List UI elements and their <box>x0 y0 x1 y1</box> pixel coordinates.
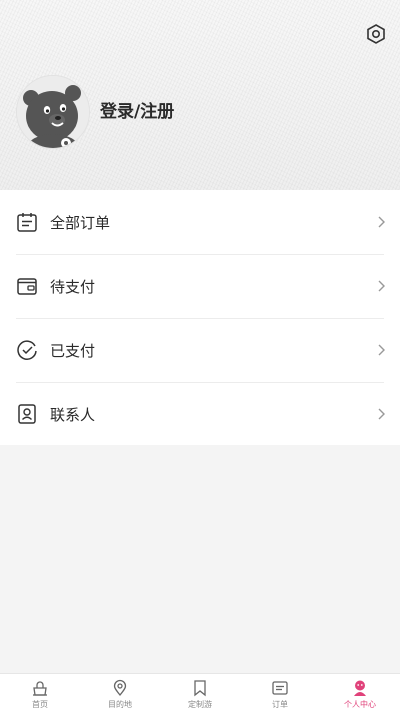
tab-label: 定制游 <box>188 700 212 709</box>
tab-label: 首页 <box>32 700 48 709</box>
chevron-right-icon <box>376 342 386 358</box>
menu-item-label: 待支付 <box>50 277 96 296</box>
menu-item-paid[interactable]: 已支付 <box>0 318 400 382</box>
wallet-icon <box>16 275 38 297</box>
login-register-link[interactable]: 登录/注册 <box>100 100 174 124</box>
tab-custom-tour[interactable]: 定制游 <box>160 674 240 711</box>
check-circle-icon <box>16 339 38 361</box>
chevron-right-icon <box>376 278 386 294</box>
profile-menu: 全部订单 待支付 已支付 联系人 <box>0 190 400 445</box>
settings-hexagon-icon <box>367 24 385 44</box>
home-bag-icon <box>30 678 50 698</box>
menu-item-all-orders[interactable]: 全部订单 <box>0 190 400 254</box>
tab-label: 订单 <box>272 700 288 709</box>
menu-item-label: 联系人 <box>50 405 96 424</box>
location-pin-icon <box>110 678 130 698</box>
bear-avatar-icon <box>17 76 89 148</box>
tab-orders[interactable]: 订单 <box>240 674 320 711</box>
avatar[interactable] <box>16 75 90 149</box>
menu-item-contacts[interactable]: 联系人 <box>0 382 400 446</box>
chevron-right-icon <box>376 406 386 422</box>
tab-label: 目的地 <box>108 700 132 709</box>
order-list-icon <box>270 678 290 698</box>
chevron-right-icon <box>376 214 386 230</box>
tab-profile[interactable]: 个人中心 <box>320 674 400 711</box>
tab-label: 个人中心 <box>344 700 376 709</box>
tab-destination[interactable]: 目的地 <box>80 674 160 711</box>
profile-header: 登录/注册 <box>0 0 400 190</box>
settings-button[interactable] <box>362 20 390 48</box>
contact-card-icon <box>16 403 38 425</box>
tab-home[interactable]: 首页 <box>0 674 80 711</box>
bookmark-icon <box>190 678 210 698</box>
menu-item-pending-payment[interactable]: 待支付 <box>0 254 400 318</box>
calendar-list-icon <box>16 211 38 233</box>
profile-icon <box>350 678 370 698</box>
bottom-tab-bar: 首页 目的地 定制游 订单 个人中心 <box>0 673 400 711</box>
menu-item-label: 已支付 <box>50 341 96 360</box>
menu-item-label: 全部订单 <box>50 213 111 232</box>
